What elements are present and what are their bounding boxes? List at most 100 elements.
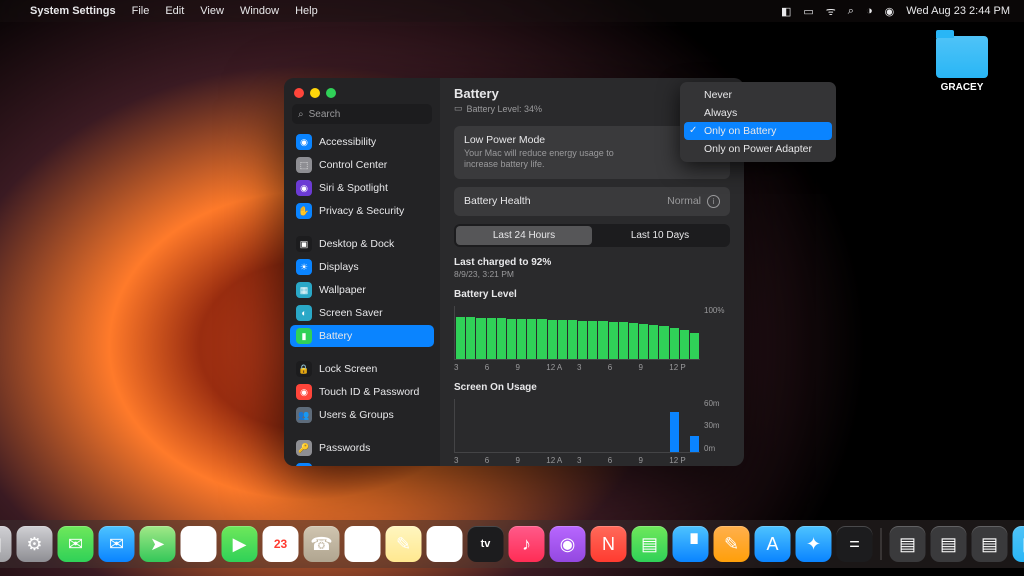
sidebar-label: Privacy & Security — [319, 205, 404, 217]
settings-sidebar: ⌕ Search ◉Accessibility⬚Control Center◉S… — [284, 78, 440, 466]
sidebar-label: Siri & Spotlight — [319, 182, 388, 194]
sidebar-icon: ☀ — [296, 259, 312, 275]
menu-file[interactable]: File — [132, 5, 150, 17]
sidebar-label: Users & Groups — [319, 409, 394, 421]
seg-10d[interactable]: Last 10 Days — [592, 226, 728, 245]
sidebar-item-passwords[interactable]: 🔑 Passwords — [290, 437, 434, 459]
dock-news[interactable]: N — [591, 526, 627, 562]
dock-download2[interactable]: ▤ — [931, 526, 967, 562]
sidebar-item-internet-accounts[interactable]: @Internet Accounts — [290, 460, 434, 466]
dock-photos[interactable]: ✿ — [181, 526, 217, 562]
dock-tv[interactable]: tv — [468, 526, 504, 562]
search-input[interactable]: ⌕ Search — [292, 104, 432, 124]
window-controls — [284, 78, 440, 104]
dock-pages[interactable]: ✎ — [714, 526, 750, 562]
dock-maps[interactable]: ➤ — [140, 526, 176, 562]
low-power-desc: Your Mac will reduce energy usage to inc… — [464, 148, 644, 171]
sidebar-icon: 🔑 — [296, 440, 312, 456]
dock-facetime[interactable]: ▶ — [222, 526, 258, 562]
desktop-folder[interactable]: GRACEY — [930, 36, 994, 93]
spotlight-icon[interactable]: ⌕ — [848, 5, 854, 18]
charge-info: Last charged to 92% 8/9/23, 3:21 PM — [454, 257, 730, 279]
close-button[interactable] — [294, 88, 304, 98]
dock-notes[interactable]: ✎ — [386, 526, 422, 562]
low-power-label: Low Power Mode — [464, 134, 644, 146]
dock: ☺▦⚙✉✉➤✿▶23☎☰✎✎tv♪◉N▤▝✎A✦=▤▤▤▣🗑 — [0, 520, 1024, 568]
menu-view[interactable]: View — [200, 5, 224, 17]
battery-health-label: Battery Health — [464, 195, 531, 207]
battery-health-row[interactable]: Battery Health Normal i — [454, 187, 730, 216]
dropdown-option[interactable]: Never — [684, 86, 832, 104]
sidebar-label: Screen Saver — [319, 307, 383, 319]
sidebar-label: Lock Screen — [319, 363, 377, 375]
sidebar-item-touch-id-password[interactable]: ◉Touch ID & Password — [290, 381, 434, 403]
dock-calculator[interactable]: = — [837, 526, 873, 562]
system-settings-window: ⌕ Search ◉Accessibility⬚Control Center◉S… — [284, 78, 744, 466]
dock-messages[interactable]: ✉ — [58, 526, 94, 562]
dock-music[interactable]: ♪ — [509, 526, 545, 562]
dock-numbers[interactable]: ▤ — [632, 526, 668, 562]
dock-launchpad[interactable]: ▦ — [0, 526, 12, 562]
sidebar-item-wallpaper[interactable]: ▦ Wallpaper — [290, 279, 434, 301]
dock-settings[interactable]: ⚙ — [17, 526, 53, 562]
sidebar-icon: ▣ — [296, 236, 312, 252]
dropdown-option[interactable]: Only on Power Adapter — [684, 140, 832, 158]
siri-icon[interactable]: ◉ — [885, 5, 895, 18]
sidebar-item-users-groups[interactable]: 👥 Users & Groups — [290, 404, 434, 426]
wifi-icon[interactable]: ᯤ — [826, 4, 836, 19]
sidebar-item-privacy-security[interactable]: ✋ Privacy & Security — [290, 200, 434, 222]
dock-download1[interactable]: ▤ — [890, 526, 926, 562]
menu-window[interactable]: Window — [240, 5, 279, 17]
battery-small-icon: ▭ — [454, 103, 463, 114]
sidebar-item-siri-spotlight[interactable]: ◉ Siri & Spotlight — [290, 177, 434, 199]
battery-icon[interactable]: ▭ — [803, 5, 813, 18]
check-icon: ✓ — [689, 125, 697, 136]
sidebar-item-battery[interactable]: ▮ Battery — [290, 325, 434, 347]
sidebar-item-lock-screen[interactable]: 🔒 Lock Screen — [290, 358, 434, 380]
sidebar-label: Passwords — [319, 442, 370, 454]
search-icon: ⌕ — [298, 109, 304, 120]
sidebar-item-displays[interactable]: ☀Displays — [290, 256, 434, 278]
sidebar-label: Control Center — [319, 159, 387, 171]
zoom-button[interactable] — [326, 88, 336, 98]
info-icon[interactable]: i — [707, 195, 720, 208]
seg-24h[interactable]: Last 24 Hours — [456, 226, 592, 245]
dock-freeform[interactable]: ✎ — [427, 526, 463, 562]
dock-appstore[interactable]: A — [755, 526, 791, 562]
sidebar-icon: ◐ — [296, 305, 312, 321]
sidebar-icon: ◉ — [296, 384, 312, 400]
sidebar-icon: ◉ — [296, 180, 312, 196]
dock-download3[interactable]: ▤ — [972, 526, 1008, 562]
sidebar-item-control-center[interactable]: ⬚Control Center — [290, 154, 434, 176]
dock-contacts[interactable]: ☎ — [304, 526, 340, 562]
dock-safari[interactable]: ✦ — [796, 526, 832, 562]
sidebar-label: Desktop & Dock — [319, 238, 394, 250]
sidebar-label: Wallpaper — [319, 284, 366, 296]
menu-edit[interactable]: Edit — [165, 5, 184, 17]
sidebar-label: Battery — [319, 330, 352, 342]
control-center-icon[interactable]: ◧ — [781, 5, 791, 18]
sidebar-icon: 🔒 — [296, 361, 312, 377]
dock-keynote[interactable]: ▝ — [673, 526, 709, 562]
sidebar-item-desktop-dock[interactable]: ▣ Desktop & Dock — [290, 233, 434, 255]
menu-help[interactable]: Help — [295, 5, 318, 17]
sidebar-item-screen-saver[interactable]: ◐ Screen Saver — [290, 302, 434, 324]
sidebar-icon: ✋ — [296, 203, 312, 219]
dock-folder[interactable]: ▣ — [1013, 526, 1024, 562]
sidebar-item-accessibility[interactable]: ◉Accessibility — [290, 131, 434, 153]
dock-mail[interactable]: ✉ — [99, 526, 135, 562]
sidebar-icon: 👥 — [296, 407, 312, 423]
folder-icon — [936, 36, 988, 78]
user-icon[interactable]: ◑ — [866, 5, 873, 17]
sidebar-icon: ▦ — [296, 282, 312, 298]
sidebar-label: Accessibility — [319, 136, 376, 148]
app-menu[interactable]: System Settings — [30, 5, 116, 17]
dropdown-option[interactable]: Always — [684, 104, 832, 122]
minimize-button[interactable] — [310, 88, 320, 98]
dropdown-option[interactable]: ✓Only on Battery — [684, 122, 832, 140]
sidebar-icon: ▮ — [296, 328, 312, 344]
dock-calendar[interactable]: 23 — [263, 526, 299, 562]
dock-podcasts[interactable]: ◉ — [550, 526, 586, 562]
dock-reminders[interactable]: ☰ — [345, 526, 381, 562]
menubar-clock[interactable]: Wed Aug 23 2:44 PM — [906, 5, 1010, 17]
